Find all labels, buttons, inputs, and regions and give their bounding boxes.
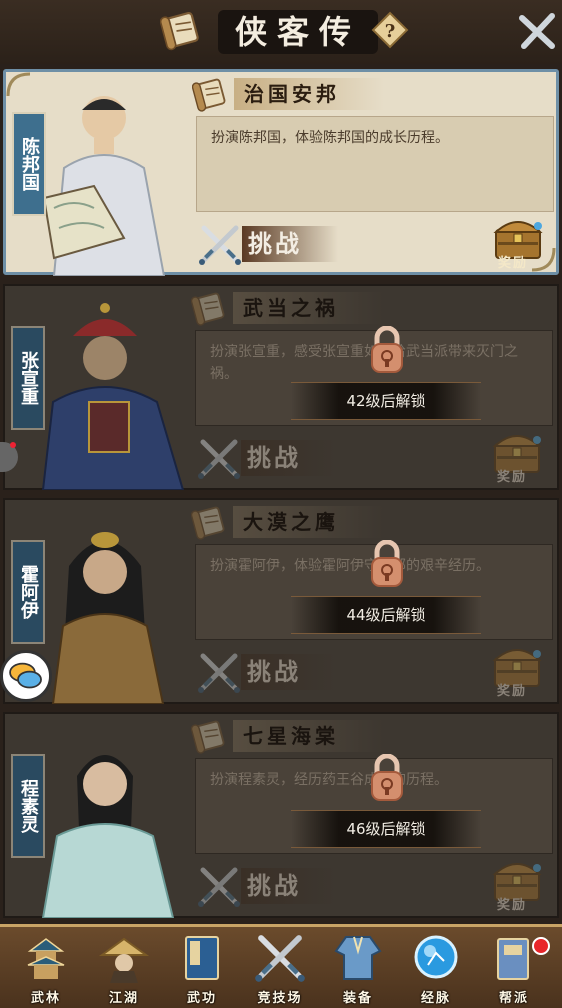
stage-title: 大漠之鹰	[233, 506, 383, 538]
nav-label: 武林	[30, 991, 61, 1006]
character-name-tag: 陈邦国	[12, 112, 46, 216]
close-icon	[519, 13, 555, 49]
character-name-tag: 张宣重	[11, 326, 45, 430]
scroll-icon	[191, 291, 226, 327]
nav-label: 江湖	[108, 991, 139, 1006]
story-card-2: 张宣重 武当之祸 扮演张宣重，感受张宣重如何给武当派带来灭门之祸。 42级后解锁…	[3, 284, 559, 490]
stage-title: 七星海棠	[233, 720, 383, 752]
unlock-requirement: 42级后解锁	[291, 382, 481, 420]
lock-icon	[369, 540, 405, 588]
crossed-swords-icon	[197, 650, 241, 694]
help-button[interactable]: ?	[370, 10, 410, 50]
nav-item-equipment[interactable]: 装备	[320, 927, 396, 1008]
crossed-swords-icon	[197, 864, 241, 908]
challenge-label: 挑战	[241, 654, 337, 690]
reward-button[interactable]: 奖励	[490, 212, 550, 272]
stage-title: 治国安邦	[234, 78, 384, 110]
nav-item-wulin[interactable]: 武林	[8, 927, 84, 1008]
scroll-icon	[160, 11, 200, 52]
reward-button: 奖励	[489, 854, 549, 914]
lock-icon	[369, 326, 405, 374]
lock-icon	[369, 754, 405, 802]
guild-scroll-icon	[497, 938, 529, 980]
nav-item-wugong[interactable]: 武功	[164, 927, 240, 1008]
nav-item-meridian[interactable]: 经脉	[398, 927, 474, 1008]
challenge-button[interactable]: 挑战	[198, 220, 338, 270]
nav-label: 装备	[342, 991, 373, 1006]
unlock-requirement: 44级后解锁	[291, 596, 481, 634]
reward-button: 奖励	[489, 640, 549, 700]
scroll-icon	[191, 505, 226, 541]
reward-label: 奖励	[497, 684, 528, 699]
bottom-nav: 武林 江湖 武功 竞技场 装备 经脉 帮派	[0, 924, 562, 1008]
chat-button[interactable]	[0, 650, 52, 702]
stage-title: 武当之祸	[233, 292, 383, 324]
page-title: 侠客传	[218, 10, 378, 54]
nav-label: 竞技场	[257, 991, 303, 1006]
reward-button: 奖励	[489, 426, 549, 486]
straw-hat-icon	[98, 937, 150, 983]
close-button[interactable]	[516, 10, 558, 52]
challenge-button: 挑战	[197, 648, 337, 698]
story-card-4: 程素灵 七星海棠 扮演程素灵，经历药王谷成长的历程。 46级后解锁 挑战 奖励	[3, 712, 559, 918]
nav-item-arena[interactable]: 竞技场	[242, 927, 318, 1008]
challenge-label: 挑战	[241, 440, 337, 476]
character-name-tag: 程素灵	[11, 754, 45, 858]
reward-label: 奖励	[497, 898, 528, 913]
story-card-3: 霍阿伊 大漠之鹰 扮演霍阿伊，体验霍阿伊守回部的艰辛经历。 44级后解锁 挑战 …	[3, 498, 559, 704]
crossed-swords-icon	[254, 931, 306, 983]
crossed-swords-icon	[197, 436, 241, 480]
header-bar: 侠客传 ?	[0, 0, 562, 64]
robe-icon	[334, 936, 382, 980]
character-portrait	[51, 532, 165, 704]
character-name-tag: 霍阿伊	[11, 540, 45, 644]
character-portrait	[41, 303, 185, 490]
nav-label: 帮派	[498, 991, 529, 1006]
notification-badge	[532, 937, 550, 955]
corner-ornament-icon	[6, 72, 31, 97]
challenge-label: 挑战	[242, 226, 338, 262]
character-portrait	[41, 755, 175, 918]
chat-icon	[9, 662, 42, 689]
meridian-orb-icon	[414, 935, 458, 979]
challenge-button: 挑战	[197, 434, 337, 484]
nav-item-jianghu[interactable]: 江湖	[86, 927, 162, 1008]
challenge-label: 挑战	[241, 868, 337, 904]
stage-description: 扮演陈邦国，体验陈邦国的成长历程。	[196, 116, 554, 212]
story-card-1[interactable]: 陈邦国 治国安邦 扮演陈邦国，体验陈邦国的成长历程。 挑战 奖励	[3, 69, 559, 276]
notification-dot	[10, 442, 16, 448]
character-portrait	[42, 96, 166, 276]
challenge-button: 挑战	[197, 862, 337, 912]
help-icon: ?	[385, 21, 396, 42]
scroll-icon	[191, 719, 226, 755]
nav-label: 经脉	[420, 991, 451, 1006]
nav-label: 武功	[186, 991, 217, 1006]
crossed-swords-icon	[198, 222, 242, 266]
reward-label: 奖励	[498, 256, 529, 271]
scroll-icon	[192, 77, 227, 113]
book-icon	[185, 936, 219, 980]
reward-label: 奖励	[497, 470, 528, 485]
unlock-requirement: 46级后解锁	[291, 810, 481, 848]
pagoda-icon	[27, 938, 65, 979]
nav-item-guild[interactable]: 帮派	[476, 927, 552, 1008]
